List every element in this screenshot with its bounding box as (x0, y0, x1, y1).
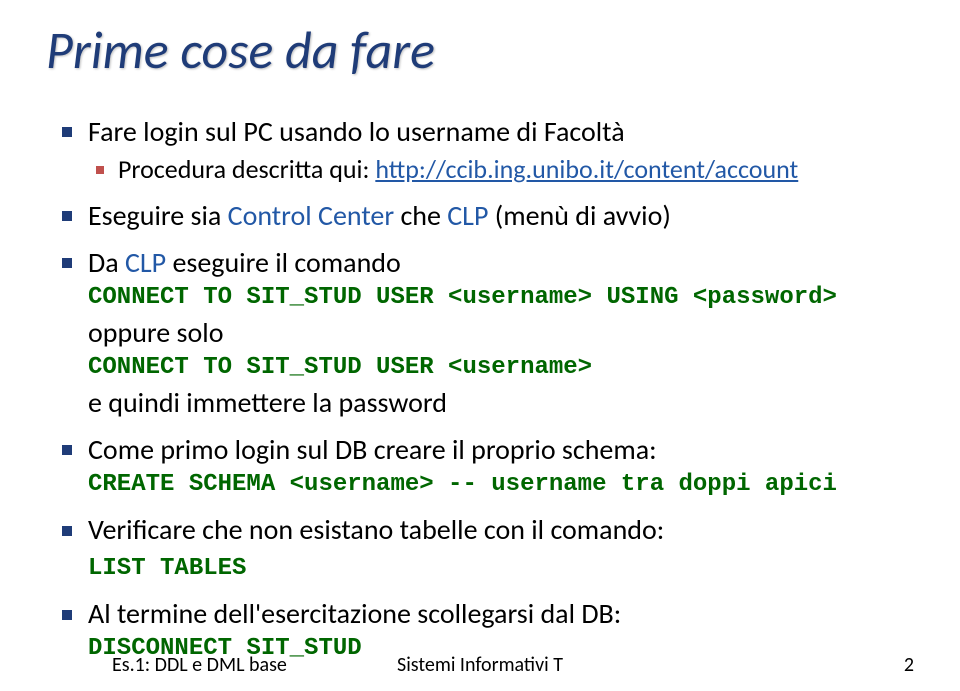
footer-center: Sistemi Informativi T (397, 653, 563, 677)
b2-mid: che (400, 198, 447, 233)
b3-code1: CONNECT TO SIT_STUD USER <username> USIN… (88, 282, 914, 313)
b3-tail: e quindi immettere la password (88, 385, 914, 420)
b5-code: LIST TABLES (88, 553, 914, 584)
footer-left: Es.1: DDL e DML base (112, 653, 287, 677)
bullet-list: Fare login sul PC usando lo username di … (54, 114, 914, 664)
b4-text: Come primo login sul DB creare il propri… (88, 432, 657, 467)
b2-clp: CLP (447, 198, 495, 233)
slide-footer: Es.1: DDL e DML base Sistemi Informativi… (0, 653, 960, 677)
b3-prefix: Da (88, 245, 125, 280)
bullet-2: Eseguire sia Control Center che CLP (men… (54, 198, 914, 233)
b6-text: Al termine dell'esercitazione scollegars… (88, 596, 621, 631)
bullet-1-sub: Procedura descritta qui: http://ccib.ing… (88, 153, 914, 186)
b3-clp: CLP (125, 245, 173, 280)
account-link[interactable]: http://ccib.ing.unibo.it/content/account (375, 153, 798, 185)
slide-title: Prime cose da fare (46, 18, 914, 82)
bullet-1-sub-text: Procedura descritta qui: (118, 153, 375, 185)
b3-oppure: oppure solo (88, 315, 914, 350)
bullet-5: Verificare che non esistano tabelle con … (54, 512, 914, 584)
bullet-1: Fare login sul PC usando lo username di … (54, 114, 914, 186)
footer-page-number: 2 (904, 653, 914, 677)
bullet-4: Come primo login sul DB creare il propri… (54, 432, 914, 500)
b3-code2: CONNECT TO SIT_STUD USER <username> (88, 352, 914, 383)
b2-prefix: Eseguire sia (88, 198, 228, 233)
b5-text: Verificare che non esistano tabelle con … (88, 512, 664, 547)
b4-code: CREATE SCHEMA <username> -- username tra… (88, 469, 914, 500)
b2-suffix: (menù di avvio) (495, 198, 671, 233)
bullet-1-text: Fare login sul PC usando lo username di … (88, 114, 625, 149)
b3-rest: eseguire il comando (172, 245, 400, 280)
bullet-3: Da CLP eseguire il comando CONNECT TO SI… (54, 245, 914, 420)
b2-cc: Control Center (228, 198, 401, 233)
